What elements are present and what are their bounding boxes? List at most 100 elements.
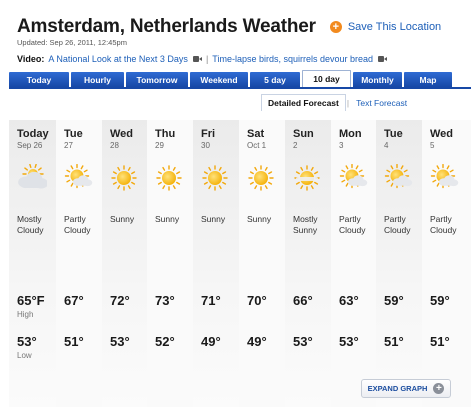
- mostly-sunny-icon: [291, 164, 323, 192]
- page-title: Amsterdam, Netherlands Weather: [17, 16, 316, 37]
- forecast-day-column: Thu 29 Sunny 73° 52°: [147, 120, 193, 407]
- forecast-condition: Sunny: [110, 214, 135, 224]
- tab-10-day[interactable]: 10 day: [302, 70, 351, 87]
- tab-weekend[interactable]: Weekend: [190, 72, 248, 87]
- forecast-day-column: Wed 5 Partly Cloudy 59° 51°: [422, 120, 471, 407]
- mostly-cloudy-icon: [15, 163, 49, 192]
- video-camera-icon: [192, 56, 202, 62]
- forecast-high-temp: 65°F: [17, 293, 45, 308]
- forecast-day-column: Sun 2 Mostly Sunny 66° 53°: [285, 120, 331, 407]
- video-link-national-look[interactable]: A National Look at the Next 3 Days: [48, 54, 188, 64]
- video-label: Video:: [17, 54, 45, 64]
- forecast-day-name: Wed: [430, 128, 454, 140]
- forecast-high-temp: 63°: [339, 293, 359, 308]
- forecast-day-name: Fri: [201, 128, 216, 140]
- forecast-low-temp: 53°: [339, 334, 359, 349]
- forecast-low-temp: 49°: [247, 334, 267, 349]
- forecast-date: 28: [110, 141, 119, 150]
- forecast-low-temp: 49°: [201, 334, 221, 349]
- forecast-low-temp: 51°: [64, 334, 84, 349]
- forecast-condition: Sunny: [201, 214, 226, 224]
- forecast-day-column: Tue 27 Partly Cloudy 67° 51°: [56, 120, 102, 407]
- sunny-icon: [245, 164, 277, 192]
- forecast-low-temp: 51°: [430, 334, 450, 349]
- partly-cloudy-icon: [337, 163, 369, 192]
- forecast-day-name: Today: [17, 128, 49, 140]
- forecast-subtabs: Detailed Forecast | Text Forecast: [261, 94, 413, 111]
- save-location-label: Save This Location: [347, 21, 442, 33]
- expand-graph-button[interactable]: EXPAND GRAPH +: [361, 379, 451, 398]
- forecast-date: Sep 26: [17, 141, 43, 150]
- forecast-condition: Sunny: [247, 214, 272, 224]
- partly-cloudy-icon: [428, 163, 460, 192]
- forecast-condition: Mostly Sunny: [293, 214, 318, 235]
- sunny-icon: [108, 164, 140, 192]
- partly-cloudy-icon: [62, 163, 94, 192]
- forecast-low-temp: 53°: [110, 334, 130, 349]
- forecast-high-temp: 70°: [247, 293, 267, 308]
- forecast-high-temp: 59°: [384, 293, 404, 308]
- forecast-date: Oct 1: [247, 141, 267, 150]
- forecast-date: 5: [430, 141, 435, 150]
- subtab-separator: |: [346, 97, 350, 108]
- forecast-tabs: Today Hourly Tomorrow Weekend 5 day 10 day Mon…: [9, 70, 471, 87]
- forecast-day-name: Tue: [64, 128, 83, 140]
- forecast-low-temp: 53°: [17, 334, 37, 349]
- forecast-day-name: Sun: [293, 128, 314, 140]
- forecast-day-column: Sat Oct 1 Sunny 70° 49°: [239, 120, 285, 407]
- video-row: Video: A National Look at the Next 3 Day…: [17, 54, 391, 64]
- forecast-high-temp: 71°: [201, 293, 221, 308]
- subtab-detailed-forecast[interactable]: Detailed Forecast: [261, 94, 346, 111]
- forecast-day-name: Mon: [339, 128, 362, 140]
- low-label: Low: [17, 351, 32, 360]
- tab-underline: [9, 87, 471, 89]
- forecast-date: 3: [339, 141, 344, 150]
- forecast-high-temp: 59°: [430, 293, 450, 308]
- forecast-day-name: Tue: [384, 128, 403, 140]
- forecast-condition: Partly Cloudy: [64, 214, 91, 235]
- title-row: Amsterdam, Netherlands Weather + Save Th…: [17, 14, 441, 40]
- sunny-icon: [199, 164, 231, 192]
- forecast-day-name: Thu: [155, 128, 176, 140]
- expand-graph-label: EXPAND GRAPH: [367, 384, 428, 393]
- forecast-condition: Mostly Cloudy: [17, 214, 44, 235]
- forecast-condition: Sunny: [155, 214, 180, 224]
- forecast-day-column: Fri 30 Sunny 71° 49°: [193, 120, 239, 407]
- forecast-day-column: Today Sep 26 Mostly Cloudy 65°F High 53° Low: [9, 120, 56, 407]
- tab-5-day[interactable]: 5 day: [250, 72, 300, 87]
- forecast-day-name: Sat: [247, 128, 265, 140]
- forecast-day-name: Wed: [110, 128, 134, 140]
- plus-circle-icon: +: [433, 383, 445, 394]
- tab-hourly[interactable]: Hourly: [71, 72, 124, 87]
- forecast-condition: Partly Cloudy: [384, 214, 411, 235]
- forecast-low-temp: 52°: [155, 334, 175, 349]
- forecast-date: 30: [201, 141, 210, 150]
- forecast-low-temp: 51°: [384, 334, 404, 349]
- plus-circle-icon: +: [329, 21, 342, 33]
- forecast-condition: Partly Cloudy: [430, 214, 457, 235]
- sunny-icon: [153, 164, 185, 192]
- forecast-date: 4: [384, 141, 389, 150]
- tab-monthly[interactable]: Monthly: [353, 72, 402, 87]
- tab-today[interactable]: Today: [9, 72, 69, 87]
- save-location-button[interactable]: + Save This Location: [329, 21, 442, 33]
- subtab-text-forecast[interactable]: Text Forecast: [350, 94, 413, 111]
- partly-cloudy-icon: [382, 163, 414, 192]
- ten-day-forecast-grid: Today Sep 26 Mostly Cloudy 65°F High 53° Low T…: [9, 120, 471, 407]
- video-link-time-lapse[interactable]: Time-lapse birds, squirrels devour bread: [212, 54, 373, 64]
- video-separator: |: [205, 54, 209, 64]
- tab-tomorrow[interactable]: Tomorrow: [126, 72, 188, 87]
- forecast-date: 2: [293, 141, 298, 150]
- tab-map[interactable]: Map: [404, 72, 452, 87]
- forecast-day-column: Mon 3 Partly Cloudy 63° 53°: [331, 120, 376, 407]
- updated-timestamp: Updated: Sep 26, 2011, 12:45pm: [17, 38, 127, 47]
- forecast-high-temp: 72°: [110, 293, 130, 308]
- forecast-high-temp: 66°: [293, 293, 313, 308]
- forecast-day-column: Wed 28 Sunny 72° 53°: [102, 120, 147, 407]
- forecast-condition: Partly Cloudy: [339, 214, 366, 235]
- forecast-high-temp: 67°: [64, 293, 84, 308]
- forecast-date: 29: [155, 141, 164, 150]
- video-camera-icon: [378, 56, 388, 62]
- forecast-day-column: Tue 4 Partly Cloudy 59° 51°: [376, 120, 422, 407]
- high-label: High: [17, 310, 34, 319]
